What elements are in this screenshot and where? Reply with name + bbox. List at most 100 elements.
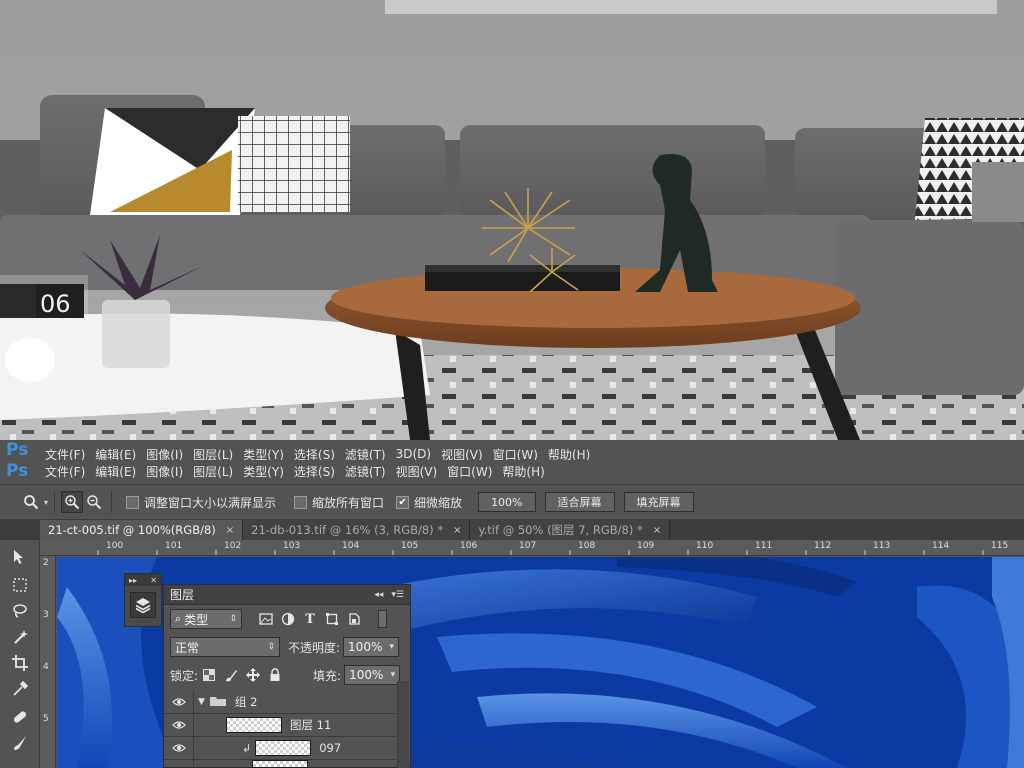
filter-kind-select[interactable]: ⌕ 类型 ⇕: [170, 609, 242, 629]
group-expand-icon[interactable]: ▼: [198, 697, 205, 707]
tab-21-db-013[interactable]: 21-db-013.tif @ 16% (3, RGB/8) * ×: [243, 520, 471, 540]
filter-toggle-switch[interactable]: [378, 610, 387, 628]
lock-fill-row: 锁定: 填充: 100% ▾: [164, 665, 410, 685]
menu-layer[interactable]: 图层(L): [188, 463, 238, 480]
menu-view[interactable]: 视图(V): [391, 463, 443, 480]
zoom-in-icon[interactable]: [61, 491, 84, 513]
lock-image-pixels-icon[interactable]: [223, 667, 239, 683]
scrubby-zoom-label: 细微缩放: [414, 495, 463, 510]
options-divider: [54, 491, 56, 513]
preset-dropdown-arrow-icon[interactable]: ▾: [44, 498, 48, 507]
crop-tool-icon[interactable]: [8, 652, 32, 674]
resize-windows-checkbox[interactable]: [126, 495, 140, 509]
collapse-panel-icon[interactable]: ◂◂: [374, 590, 383, 600]
tab-label: 21-db-013.tif @ 16% (3, RGB/8) *: [251, 523, 444, 537]
close-icon[interactable]: ×: [453, 525, 461, 536]
visibility-eye-icon[interactable]: [164, 760, 194, 768]
layers-icon: [135, 598, 151, 614]
layer-row-group[interactable]: ▼ 组 2: [164, 690, 396, 714]
zoom-tool-preset-icon[interactable]: [20, 491, 42, 513]
layers-panel-title: 图层: [170, 588, 195, 602]
ps-logo: Ps: [6, 461, 29, 481]
close-icon[interactable]: ×: [653, 525, 661, 536]
layers-panel-button[interactable]: [130, 592, 156, 618]
ruler-label: 101: [165, 541, 183, 551]
layers-panel: 图层 ◂◂ ▾☰ ⌕ 类型 ⇕ T 正常 ⇕ 不透明度: 100% ▾ 锁定: …: [163, 584, 411, 768]
visibility-eye-icon[interactable]: [164, 690, 194, 714]
ghost-menu-file: 文件(F): [45, 447, 86, 461]
visibility-eye-icon[interactable]: [164, 713, 194, 737]
filter-pixel-icon[interactable]: [258, 611, 274, 627]
ruler-label: 111: [755, 541, 773, 551]
ghost-menu-type: 类型(Y): [243, 447, 284, 461]
chevron-updown-icon: ⇕: [229, 614, 237, 624]
healing-brush-tool-icon[interactable]: [8, 706, 32, 728]
scrubby-zoom-checkbox[interactable]: ✔: [396, 495, 410, 509]
menu-file[interactable]: 文件(F): [40, 463, 90, 480]
opacity-input[interactable]: 100% ▾: [343, 637, 400, 657]
filter-adjustment-icon[interactable]: [280, 611, 296, 627]
move-tool-icon[interactable]: [8, 546, 32, 568]
close-icon[interactable]: ✕: [150, 576, 157, 585]
ruler-label: 104: [342, 541, 360, 551]
layer-thumbnail: [255, 740, 312, 756]
chevron-updown-icon: ⇕: [267, 642, 275, 652]
options-divider: [111, 491, 113, 513]
ruler-label: 114: [932, 541, 950, 551]
visibility-eye-icon[interactable]: [164, 736, 194, 760]
ghost-menu-3d: 3D(D): [395, 447, 432, 460]
lock-position-icon[interactable]: [245, 667, 261, 683]
menu-edit[interactable]: 编辑(E): [90, 463, 141, 480]
chevron-down-icon[interactable]: ▾: [390, 642, 395, 652]
options-bar: ▾ 调整窗口大小以满屏显示 缩放所有窗口 ✔ 细微缩放 100% 适合屏幕 填充…: [0, 484, 1024, 520]
ruler-label: 3: [43, 610, 49, 620]
menu-select[interactable]: 选择(S): [289, 463, 340, 480]
panel-menu-icon[interactable]: ▾☰: [391, 590, 404, 600]
zoom-out-icon[interactable]: [83, 491, 105, 513]
filter-smart-object-icon[interactable]: [346, 611, 362, 627]
brush-tool-icon[interactable]: [8, 732, 32, 754]
horizontal-ruler[interactable]: 100 101 102 103 104 105 106 107 108 109 …: [40, 540, 1024, 556]
tab-21-ct-005[interactable]: 21-ct-005.tif @ 100%(RGB/8) ×: [40, 520, 244, 540]
blend-mode-select[interactable]: 正常 ⇕: [170, 637, 280, 657]
chevron-down-icon[interactable]: ▾: [391, 670, 396, 680]
layer-row-partial[interactable]: [164, 760, 396, 768]
menu-filter[interactable]: 滤镜(T): [340, 463, 391, 480]
eyedropper-tool-icon[interactable]: [8, 678, 32, 700]
magic-wand-tool-icon[interactable]: [8, 626, 32, 648]
layer-name[interactable]: 图层 11: [290, 717, 331, 733]
document-tab-bar: 21-ct-005.tif @ 100%(RGB/8) × 21-db-013.…: [0, 520, 1024, 540]
vertical-ruler[interactable]: 2 3 4 5: [40, 556, 56, 768]
fill-label: 填充:: [313, 668, 342, 683]
checkmark-icon: ✔: [398, 496, 407, 508]
layer-name[interactable]: 097: [319, 741, 341, 755]
fill-screen-button[interactable]: 填充屏幕: [623, 492, 694, 512]
layers-scrollbar[interactable]: [397, 681, 409, 768]
lasso-tool-icon[interactable]: [8, 600, 32, 622]
marquee-tool-icon[interactable]: [8, 574, 32, 596]
tab-y[interactable]: y.tif @ 50% (图层 7, RGB/8) * ×: [470, 520, 671, 540]
fill-input[interactable]: 100% ▾: [344, 665, 401, 685]
collapsed-panel-dock: ▸▸ ✕: [124, 573, 162, 627]
layer-name[interactable]: 组 2: [235, 694, 257, 710]
lock-transparent-icon[interactable]: [201, 667, 217, 683]
menu-bar-ghost: Ps 文件(F) 编辑(E) 图像(I) 图层(L) 类型(Y) 选择(S) 滤…: [0, 440, 1024, 460]
ruler-label: 113: [873, 541, 891, 551]
filter-type-icon[interactable]: T: [302, 611, 318, 627]
menu-image[interactable]: 图像(I): [141, 463, 188, 480]
lock-all-icon[interactable]: [267, 667, 283, 683]
menu-help[interactable]: 帮助(H): [497, 463, 549, 480]
opacity-label: 不透明度:: [288, 640, 341, 655]
zoom-100-button[interactable]: 100%: [478, 492, 536, 512]
menu-type[interactable]: 类型(Y): [238, 463, 289, 480]
layer-row-layer-11[interactable]: 图层 11: [164, 713, 396, 737]
clock-digits: 06: [40, 290, 71, 318]
layer-row-097[interactable]: ↲ 097: [164, 736, 396, 760]
menu-window[interactable]: 窗口(W): [442, 463, 497, 480]
close-icon[interactable]: ×: [226, 525, 234, 536]
filter-kind-value: 类型: [184, 612, 209, 627]
expand-panels-icon[interactable]: ▸▸: [129, 576, 137, 585]
fit-screen-button[interactable]: 适合屏幕: [544, 492, 615, 512]
filter-shape-icon[interactable]: [324, 611, 340, 627]
zoom-all-windows-checkbox[interactable]: [294, 495, 308, 509]
